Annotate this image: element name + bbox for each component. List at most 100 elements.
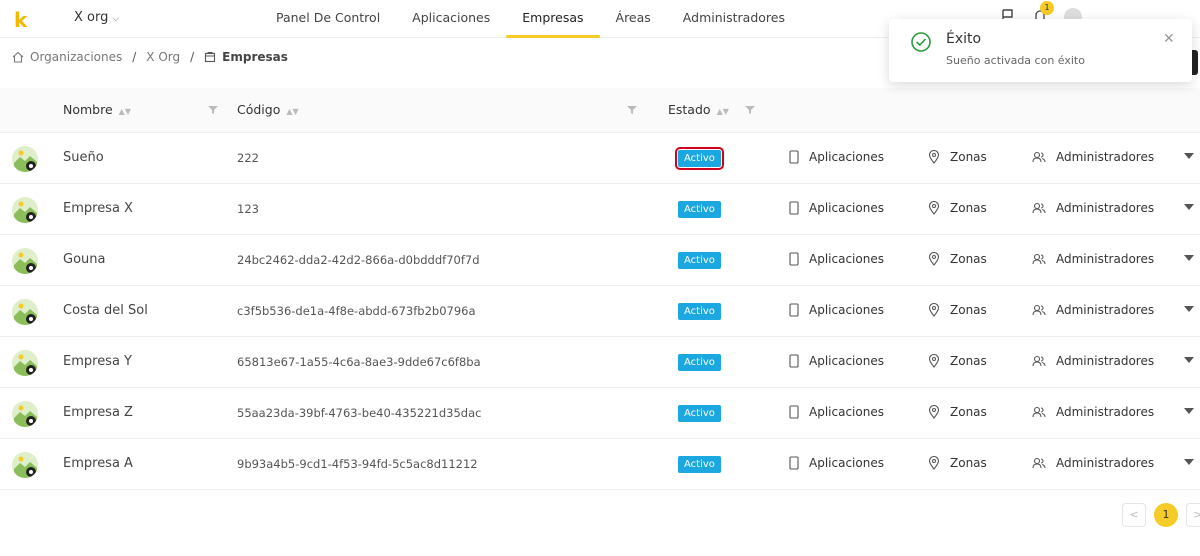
breadcrumb-separator: /: [190, 50, 195, 64]
zones-link-label: Zonas: [950, 150, 987, 164]
expand-row-icon[interactable]: [1184, 357, 1194, 363]
company-code: 9b93a4b5-9cd1-4f53-94fd-5c5ac8d11212: [237, 457, 478, 471]
expand-row-icon[interactable]: [1184, 153, 1194, 159]
admins-link[interactable]: Administradores: [1032, 252, 1154, 266]
zones-link[interactable]: Zonas: [928, 405, 987, 419]
mobile-icon: [789, 456, 799, 470]
column-header-name[interactable]: Nombre ▲▼: [63, 102, 131, 117]
zones-link[interactable]: Zonas: [928, 303, 987, 317]
main-nav: Panel De Control Aplicaciones Empresas Á…: [260, 0, 801, 38]
expand-row-icon[interactable]: [1184, 459, 1194, 465]
filter-icon[interactable]: [745, 105, 755, 115]
expand-row-icon[interactable]: [1184, 204, 1194, 210]
zones-link[interactable]: Zonas: [928, 456, 987, 470]
apps-link[interactable]: Aplicaciones: [789, 150, 884, 164]
company-name: Gouna: [63, 252, 106, 267]
close-icon[interactable]: ✕: [1163, 31, 1175, 47]
status-badge[interactable]: Activo: [675, 147, 724, 170]
mobile-icon: [789, 405, 799, 419]
column-name-label: Nombre: [63, 102, 113, 117]
admins-link-label: Administradores: [1056, 456, 1155, 470]
table-row: Empresa X 123 Activo Aplicaciones Zonas Admin…: [0, 184, 1200, 235]
status-badge[interactable]: Activo: [678, 303, 721, 320]
zones-link-label: Zonas: [950, 201, 987, 215]
apps-link[interactable]: Aplicaciones: [789, 303, 884, 317]
zones-link[interactable]: Zonas: [928, 354, 987, 368]
table-row: Empresa A 9b93a4b5-9cd1-4f53-94fd-5c5ac8d…: [0, 439, 1200, 490]
prev-page-button[interactable]: <: [1122, 503, 1146, 527]
apps-link[interactable]: Aplicaciones: [789, 456, 884, 470]
expand-row-icon[interactable]: [1184, 255, 1194, 261]
apps-link[interactable]: Aplicaciones: [789, 252, 884, 266]
users-icon: [1032, 202, 1046, 214]
breadcrumb-org[interactable]: X Org: [146, 50, 180, 64]
users-icon: [1032, 355, 1046, 367]
status-badge[interactable]: Activo: [678, 405, 721, 422]
status-badge[interactable]: Activo: [678, 456, 721, 473]
expand-row-icon[interactable]: [1184, 408, 1194, 414]
admins-link[interactable]: Administradores: [1032, 456, 1154, 470]
admins-link[interactable]: Administradores: [1032, 405, 1154, 419]
admins-link[interactable]: Administradores: [1032, 354, 1154, 368]
zones-link[interactable]: Zonas: [928, 252, 987, 266]
status-badge[interactable]: Activo: [678, 201, 721, 218]
apps-link-label: Aplicaciones: [809, 456, 884, 470]
company-name: Empresa Y: [63, 354, 132, 369]
zones-link[interactable]: Zonas: [928, 150, 987, 164]
tab-administradores[interactable]: Administradores: [667, 0, 801, 38]
admins-link-label: Administradores: [1056, 150, 1155, 164]
mobile-icon: [789, 303, 799, 317]
company-logo: [12, 197, 38, 223]
column-code-label: Código: [237, 102, 281, 117]
users-icon: [1032, 406, 1046, 418]
sort-icon[interactable]: ▲▼: [286, 107, 298, 116]
status-badge[interactable]: Activo: [678, 252, 721, 269]
companies-icon: [205, 52, 216, 63]
column-header-code[interactable]: Código ▲▼: [237, 102, 299, 117]
status-badge[interactable]: Activo: [678, 354, 721, 371]
company-name: Empresa Z: [63, 405, 133, 420]
org-selector[interactable]: X org ⌵: [74, 10, 119, 25]
sort-icon[interactable]: ▲▼: [119, 107, 131, 116]
apps-link-label: Aplicaciones: [809, 252, 884, 266]
admins-link-label: Administradores: [1056, 252, 1155, 266]
company-logo: [12, 401, 38, 427]
zones-link[interactable]: Zonas: [928, 201, 987, 215]
filter-icon[interactable]: [627, 105, 637, 115]
column-header-status[interactable]: Estado ▲▼: [668, 102, 729, 117]
apps-link[interactable]: Aplicaciones: [789, 201, 884, 215]
company-logo: [12, 248, 38, 274]
location-pin-icon: [928, 150, 940, 164]
table-row: Sueño 222 Activo Aplicaciones Zonas Administr…: [0, 133, 1200, 184]
company-logo: [12, 299, 38, 325]
chevron-down-icon: ⌵: [112, 14, 120, 24]
zones-link-label: Zonas: [950, 252, 987, 266]
breadcrumb-organizaciones[interactable]: Organizaciones: [30, 50, 122, 64]
filter-icon[interactable]: [208, 105, 218, 115]
admins-link[interactable]: Administradores: [1032, 303, 1154, 317]
toast-message: Sueño activada con éxito: [946, 54, 1085, 67]
admins-link[interactable]: Administradores: [1032, 150, 1154, 164]
org-name: X org: [74, 10, 109, 25]
expand-row-icon[interactable]: [1184, 306, 1194, 312]
company-logo: [12, 350, 38, 376]
apps-link[interactable]: Aplicaciones: [789, 405, 884, 419]
tab-empresas[interactable]: Empresas: [506, 0, 600, 38]
admins-link-label: Administradores: [1056, 354, 1155, 368]
sort-icon[interactable]: ▲▼: [717, 107, 729, 116]
zones-link-label: Zonas: [950, 354, 987, 368]
admins-link-label: Administradores: [1056, 405, 1155, 419]
next-page-button[interactable]: >: [1186, 503, 1200, 527]
app-logo[interactable]: k: [14, 8, 27, 32]
current-page[interactable]: 1: [1154, 503, 1178, 527]
company-code: 65813e67-1a55-4c6a-8ae3-9dde67c6f8ba: [237, 355, 481, 369]
table-row: Empresa Z 55aa23da-39bf-4763-be40-435221d…: [0, 388, 1200, 439]
tab-aplicaciones[interactable]: Aplicaciones: [396, 0, 506, 38]
admins-link[interactable]: Administradores: [1032, 201, 1154, 215]
check-circle-icon: [911, 32, 931, 52]
apps-link[interactable]: Aplicaciones: [789, 354, 884, 368]
table-row: Empresa Y 65813e67-1a55-4c6a-8ae3-9dde67c…: [0, 337, 1200, 388]
tab-areas[interactable]: Áreas: [600, 0, 667, 38]
tab-panel-de-control[interactable]: Panel De Control: [260, 0, 396, 38]
users-icon: [1032, 457, 1046, 469]
